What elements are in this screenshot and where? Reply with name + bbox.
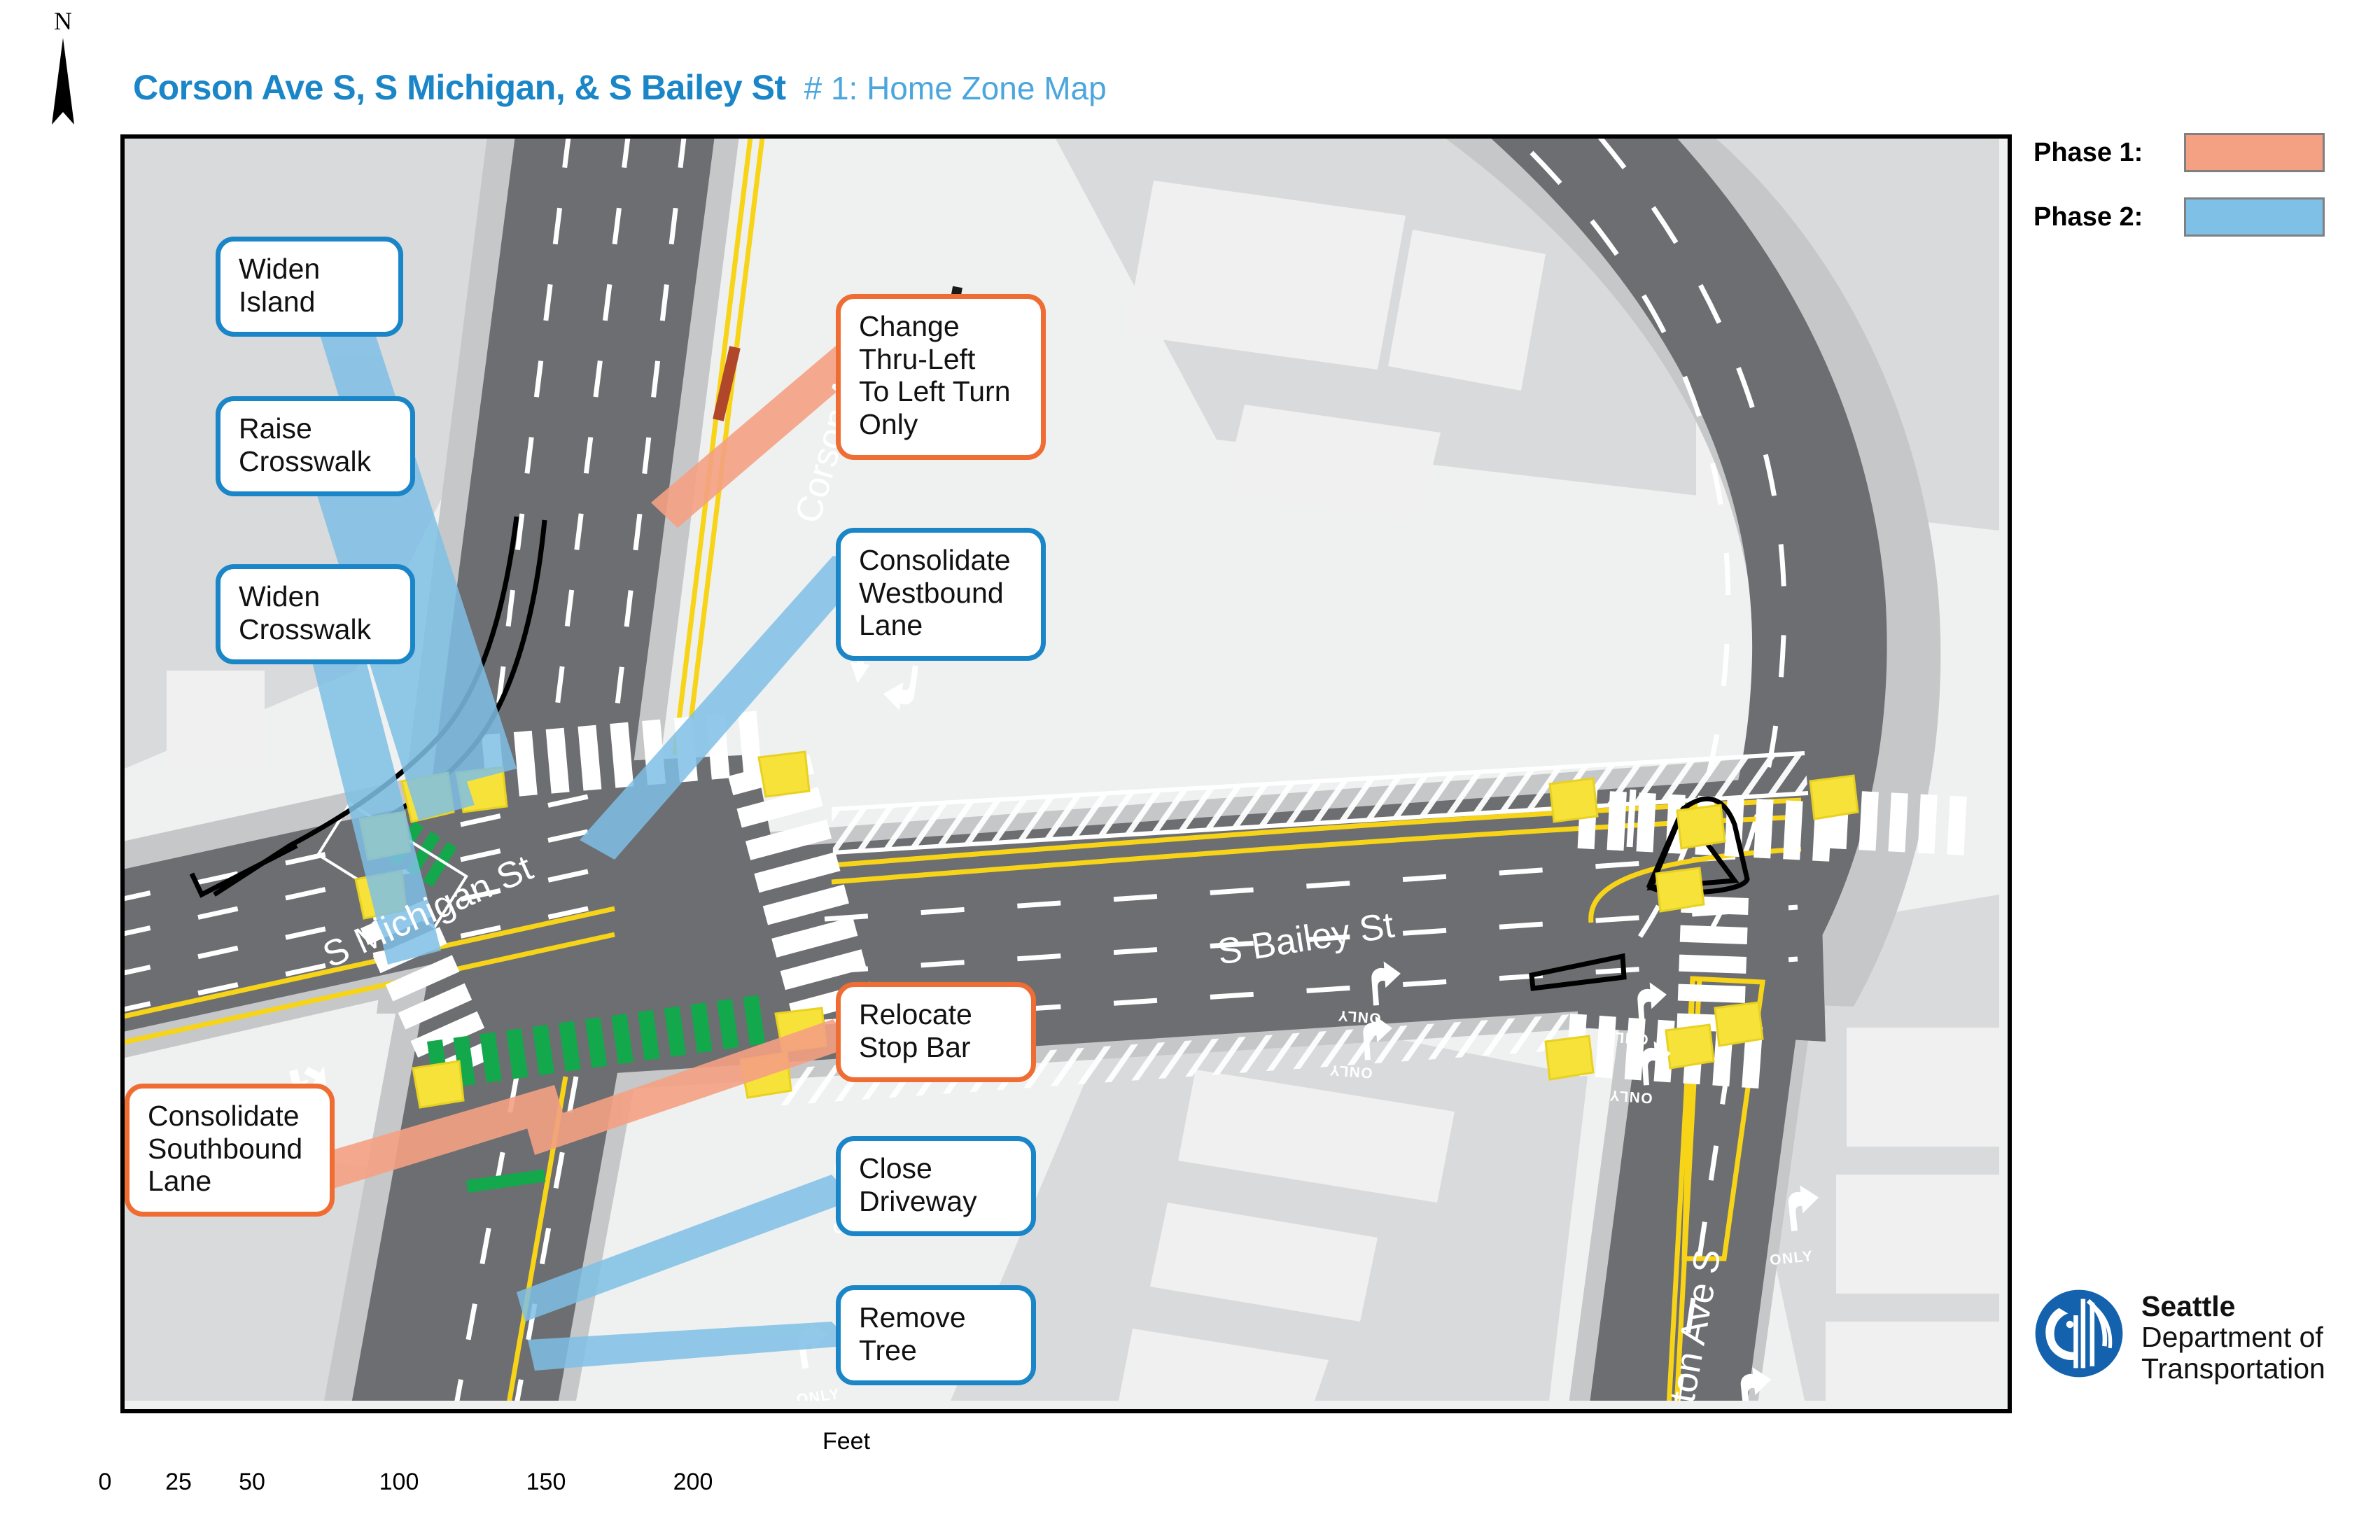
pavement-word-only: ONLY: [1609, 1087, 1653, 1106]
callout-line: Stop Bar: [859, 1030, 971, 1063]
scale-unit-label: Feet: [822, 1428, 871, 1455]
callout-line: Thru-Left: [859, 342, 976, 375]
callout-line: Only: [859, 408, 918, 441]
callout-line: To Left Turn: [859, 375, 1011, 408]
legend-item-phase1: Phase 1:: [2033, 133, 2348, 172]
callout-line: Widen: [239, 253, 321, 285]
callout-line: Westbound: [859, 576, 1004, 609]
callout-line: Southbound: [148, 1132, 303, 1165]
callout-line: Lane: [859, 609, 923, 642]
callout-line: Driveway: [859, 1184, 977, 1217]
callout-line: Island: [239, 285, 316, 318]
legend-item-phase2: Phase 2:: [2033, 197, 2348, 237]
pavement-word-only: ONLY: [1329, 1062, 1373, 1081]
callout-line: Consolidate: [148, 1100, 300, 1132]
callout-line: Consolidate: [859, 544, 1011, 576]
scale-bar: Feet 0 25 50 100 150 200: [99, 1428, 910, 1533]
pavement-word-only: ONLY: [1337, 1007, 1382, 1026]
legend-label-phase1: Phase 1:: [2033, 137, 2143, 167]
legend-label-phase2: Phase 2:: [2033, 202, 2143, 232]
callout-raise-crosswalk[interactable]: Raise Crosswalk: [216, 396, 415, 497]
callout-line: Tree: [859, 1334, 917, 1366]
callout-remove-tree[interactable]: Remove Tree: [836, 1285, 1036, 1386]
callout-line: Lane: [148, 1165, 212, 1198]
callout-consolidate-westbound[interactable]: Consolidate Westbound Lane: [836, 528, 1046, 662]
scale-tick: 25: [165, 1469, 192, 1495]
scale-tick: 200: [673, 1469, 713, 1495]
sdot-wordmark: Seattle Department of Transportation: [2141, 1288, 2325, 1384]
callout-line: Remove: [859, 1301, 966, 1334]
scale-tick: 100: [379, 1469, 419, 1495]
sdot-line-transportation: Transportation: [2141, 1352, 2325, 1385]
callout-line: Change: [859, 310, 960, 342]
map-frame[interactable]: Corson Ave S S Michigan St S Bailey St C…: [120, 134, 2012, 1413]
sdot-line-department: Department of: [2141, 1321, 2323, 1354]
callout-line: Crosswalk: [239, 444, 372, 477]
title-subtitle: # 1: Home Zone Map: [804, 70, 1107, 106]
page-title: Corson Ave S, S Michigan, & S Bailey St …: [133, 67, 1107, 116]
scale-tick: 0: [98, 1469, 112, 1495]
scale-tick: 150: [526, 1469, 566, 1495]
sdot-line-seattle: Seattle: [2141, 1290, 2236, 1322]
callout-line: Relocate: [859, 998, 972, 1030]
legend: Phase 1: Phase 2:: [2033, 133, 2348, 262]
callout-widen-crosswalk[interactable]: Widen Crosswalk: [216, 564, 415, 665]
callout-consolidate-southbound[interactable]: Consolidate Southbound Lane: [125, 1084, 335, 1217]
map-canvas: Corson Ave S S Michigan St S Bailey St C…: [125, 139, 1999, 1401]
legend-swatch-phase1: [2184, 133, 2325, 172]
callout-relocate-stop-bar[interactable]: Relocate Stop Bar: [836, 982, 1036, 1083]
callout-line: Close: [859, 1152, 932, 1184]
callout-line: Crosswalk: [239, 612, 372, 645]
scale-tick: 50: [239, 1469, 265, 1495]
callout-line: Raise: [239, 412, 312, 444]
legend-swatch-phase2: [2184, 197, 2325, 237]
north-arrow: N: [52, 7, 74, 125]
seattle-seal-icon: [2035, 1289, 2123, 1378]
title-main: Corson Ave S, S Michigan, & S Bailey St: [133, 68, 786, 107]
pavement-word-only: ONLY: [1604, 1028, 1649, 1047]
callout-widen-island[interactable]: Widen Island: [216, 237, 403, 337]
callout-close-driveway[interactable]: Close Driveway: [836, 1136, 1036, 1237]
callout-change-thru-left[interactable]: Change Thru-Left To Left Turn Only: [836, 294, 1046, 460]
sdot-logo: Seattle Department of Transportation: [2033, 1288, 2325, 1384]
callout-line: Widen: [239, 580, 321, 612]
north-arrow-label: N: [54, 7, 72, 35]
